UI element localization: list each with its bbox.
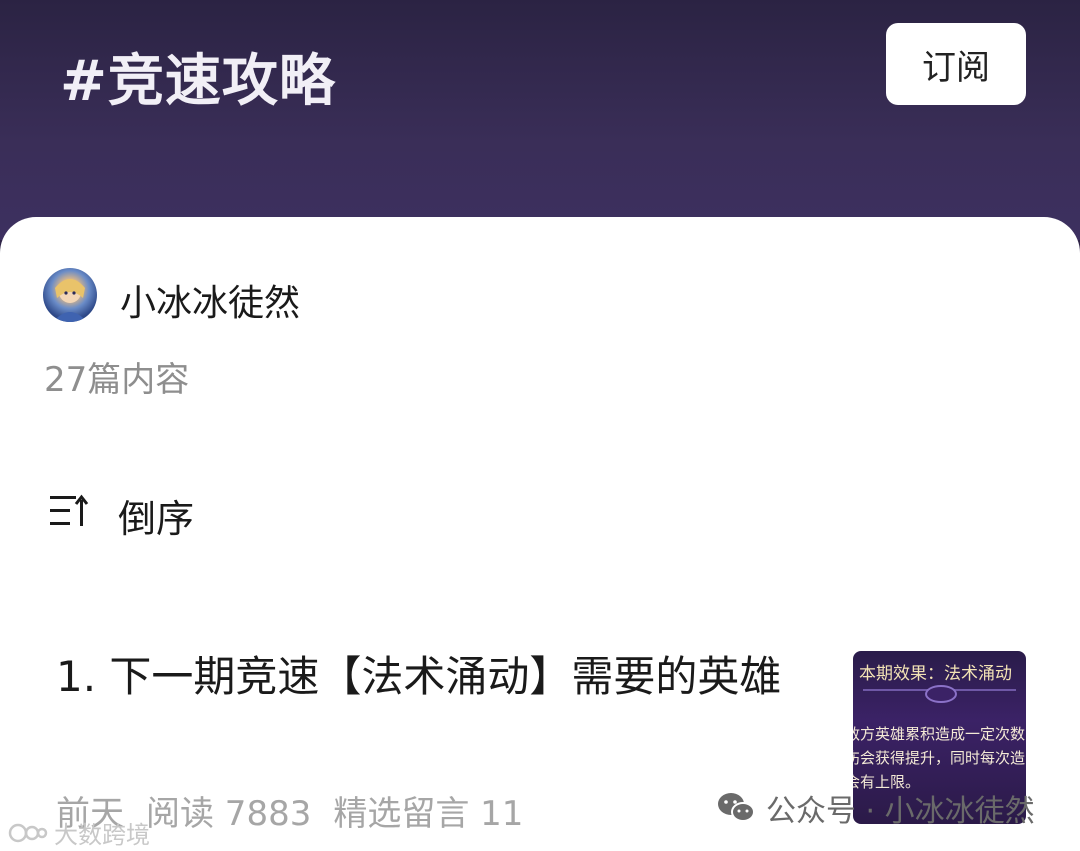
- avatar[interactable]: [43, 268, 97, 322]
- content-count: 27篇内容: [44, 360, 190, 400]
- sort-descending-icon[interactable]: [48, 494, 92, 528]
- avatar-image-icon: [53, 279, 87, 322]
- wechat-icon: [718, 793, 755, 822]
- header: #竞速攻略 订阅: [0, 0, 1080, 240]
- corner-logo-icon: [8, 823, 48, 842]
- thumbnail-line: 伤会获得提升，同时每次造: [853, 749, 1026, 767]
- author-name[interactable]: 小冰冰徒然: [120, 274, 300, 326]
- thumbnail-line: 敌方英雄累积造成一定次数: [853, 725, 1026, 743]
- thumbnail-emblem-icon: [925, 685, 957, 703]
- page-title: #竞速攻略: [60, 49, 336, 114]
- sort-order-label[interactable]: 倒序: [118, 488, 194, 543]
- article-reads: 阅读 7883: [146, 794, 312, 834]
- thumbnail-title: 本期效果：法术涌动: [859, 664, 1012, 684]
- corner-watermark: 大数跨境: [8, 815, 150, 850]
- subscribe-button[interactable]: 订阅: [886, 23, 1026, 105]
- article-comments: 精选留言 11: [333, 794, 524, 834]
- account-watermark: 公众号 · 小冰冰徒然: [716, 786, 1035, 830]
- article-title[interactable]: 1. 下一期竞速【法术涌动】需要的英雄: [56, 645, 826, 709]
- corner-watermark-text: 大数跨境: [54, 821, 150, 849]
- account-watermark-text: 公众号 · 小冰冰徒然: [766, 794, 1035, 829]
